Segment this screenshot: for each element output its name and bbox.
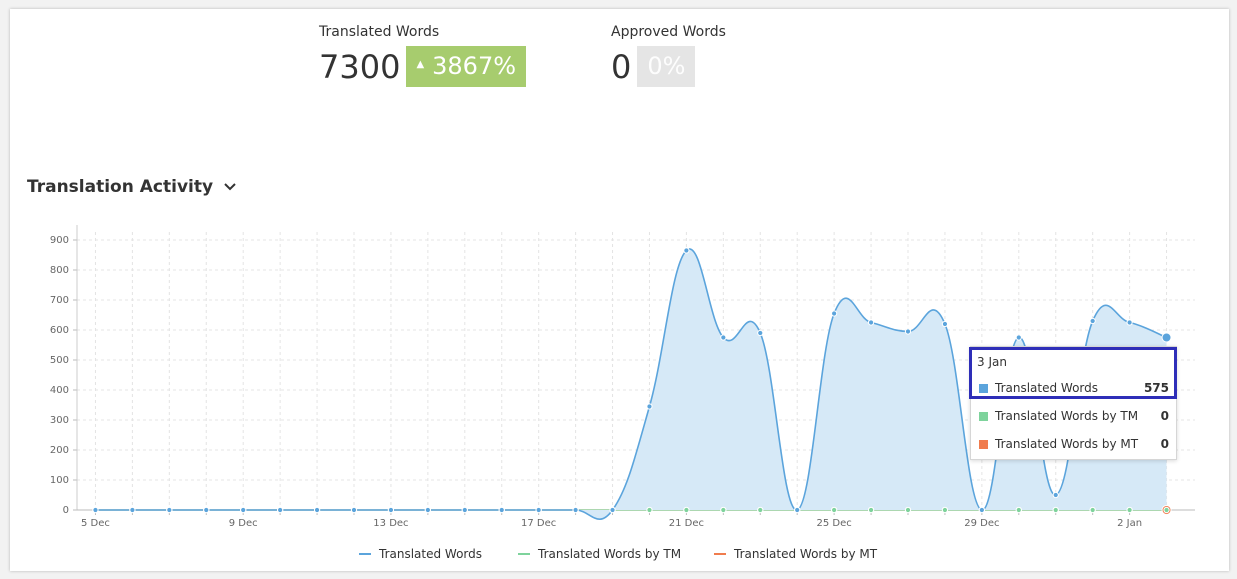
dashboard-card: Translated Words 7300 ▲ 3867% Approved Wo…: [10, 9, 1229, 571]
data-point-translated[interactable]: [794, 506, 801, 514]
y-tick-label: 900: [50, 235, 69, 246]
y-tick-label: 400: [50, 385, 69, 396]
data-point-translated[interactable]: [646, 403, 653, 410]
x-tick-label: 21 Dec: [669, 518, 704, 529]
data-point-translated[interactable]: [387, 506, 395, 514]
data-point-tm[interactable]: [904, 506, 912, 514]
data-point-translated[interactable]: [461, 506, 468, 514]
data-point-translated[interactable]: [609, 506, 616, 514]
data-point-translated[interactable]: [757, 329, 764, 337]
data-point-tm[interactable]: [1052, 506, 1059, 514]
tooltip-swatch-tm: [979, 411, 988, 421]
data-point-tm[interactable]: [720, 506, 727, 514]
x-tick-label: 29 Dec: [964, 518, 999, 529]
y-tick-label: 300: [50, 415, 69, 426]
y-tick-label: 700: [50, 295, 69, 306]
data-point-translated[interactable]: [350, 506, 358, 514]
data-point-translated[interactable]: [720, 334, 727, 341]
data-point-translated[interactable]: [535, 506, 542, 514]
data-point-translated[interactable]: [1161, 332, 1172, 343]
tooltip-row-mt: Translated Words by MT 0: [979, 434, 1169, 454]
x-tick-label: 9 Dec: [229, 518, 258, 529]
legend-label-tm: Translated Words by TM: [538, 547, 682, 561]
y-tick-label: 200: [50, 445, 69, 456]
data-point-translated[interactable]: [904, 328, 912, 335]
data-point-translated[interactable]: [683, 247, 690, 254]
y-tick-label: 500: [50, 355, 69, 366]
data-point-translated[interactable]: [313, 506, 321, 514]
data-point-translated[interactable]: [1015, 334, 1022, 341]
y-tick-label: 100: [50, 475, 69, 486]
data-point-translated[interactable]: [867, 319, 875, 326]
x-tick-label: 25 Dec: [817, 518, 852, 529]
data-point-translated[interactable]: [1126, 319, 1133, 326]
data-point-tm[interactable]: [757, 506, 764, 514]
data-point-tm[interactable]: [646, 506, 653, 514]
data-point-translated[interactable]: [240, 506, 247, 514]
y-tick-label: 0: [63, 505, 69, 516]
tooltip-name-tm: Translated Words by TM: [995, 409, 1139, 423]
y-tick-label: 800: [50, 265, 69, 276]
legend-label-translated: Translated Words: [379, 547, 483, 561]
data-point-translated[interactable]: [572, 506, 579, 514]
data-point-translated[interactable]: [424, 506, 431, 514]
legend-swatch-tm: [518, 553, 530, 555]
legend-swatch-translated: [359, 553, 371, 555]
data-point-translated[interactable]: [203, 506, 210, 514]
data-point-tm[interactable]: [1015, 506, 1022, 514]
data-point-translated[interactable]: [831, 310, 838, 317]
data-point-tm[interactable]: [683, 506, 690, 514]
tooltip-name-mt: Translated Words by MT: [995, 437, 1139, 451]
data-point-translated[interactable]: [92, 506, 99, 514]
data-point-translated[interactable]: [498, 506, 505, 514]
tooltip-row-tm: Translated Words by TM 0: [979, 406, 1169, 426]
x-tick-label: 5 Dec: [81, 518, 110, 529]
data-point-tm[interactable]: [867, 506, 875, 514]
x-tick-label: 17 Dec: [521, 518, 556, 529]
data-point-translated[interactable]: [166, 506, 173, 514]
data-point-tm[interactable]: [1163, 506, 1170, 514]
tooltip-value-tm: 0: [1160, 409, 1169, 423]
data-point-tm[interactable]: [1089, 506, 1096, 514]
legend-swatch-mt: [714, 553, 726, 555]
legend-translated[interactable]: Translated Words: [359, 547, 482, 561]
data-point-tm[interactable]: [941, 506, 949, 514]
data-point-translated[interactable]: [978, 506, 985, 514]
tooltip-highlight-box: [969, 347, 1177, 399]
x-tick-label: 13 Dec: [373, 518, 408, 529]
data-point-translated[interactable]: [129, 506, 136, 514]
data-point-tm[interactable]: [831, 506, 838, 514]
data-point-translated[interactable]: [277, 506, 284, 514]
data-point-translated[interactable]: [1089, 317, 1096, 325]
tooltip-swatch-mt: [979, 439, 988, 449]
data-point-translated[interactable]: [1052, 491, 1059, 499]
legend-label-mt: Translated Words by MT: [734, 547, 878, 561]
y-tick-label: 600: [50, 325, 69, 336]
data-point-tm[interactable]: [1126, 506, 1133, 514]
translation-activity-chart: 0 100 200 300 400 500 600 700 800 900 5 Dec 9 Dec 13…: [50, 225, 1195, 529]
legend-mt[interactable]: Translated Words by MT: [714, 547, 877, 561]
data-point-translated[interactable]: [941, 320, 949, 328]
x-tick-label: 2 Jan: [1117, 518, 1142, 529]
legend-tm[interactable]: Translated Words by TM: [518, 547, 681, 561]
tooltip-value-mt: 0: [1160, 437, 1169, 451]
